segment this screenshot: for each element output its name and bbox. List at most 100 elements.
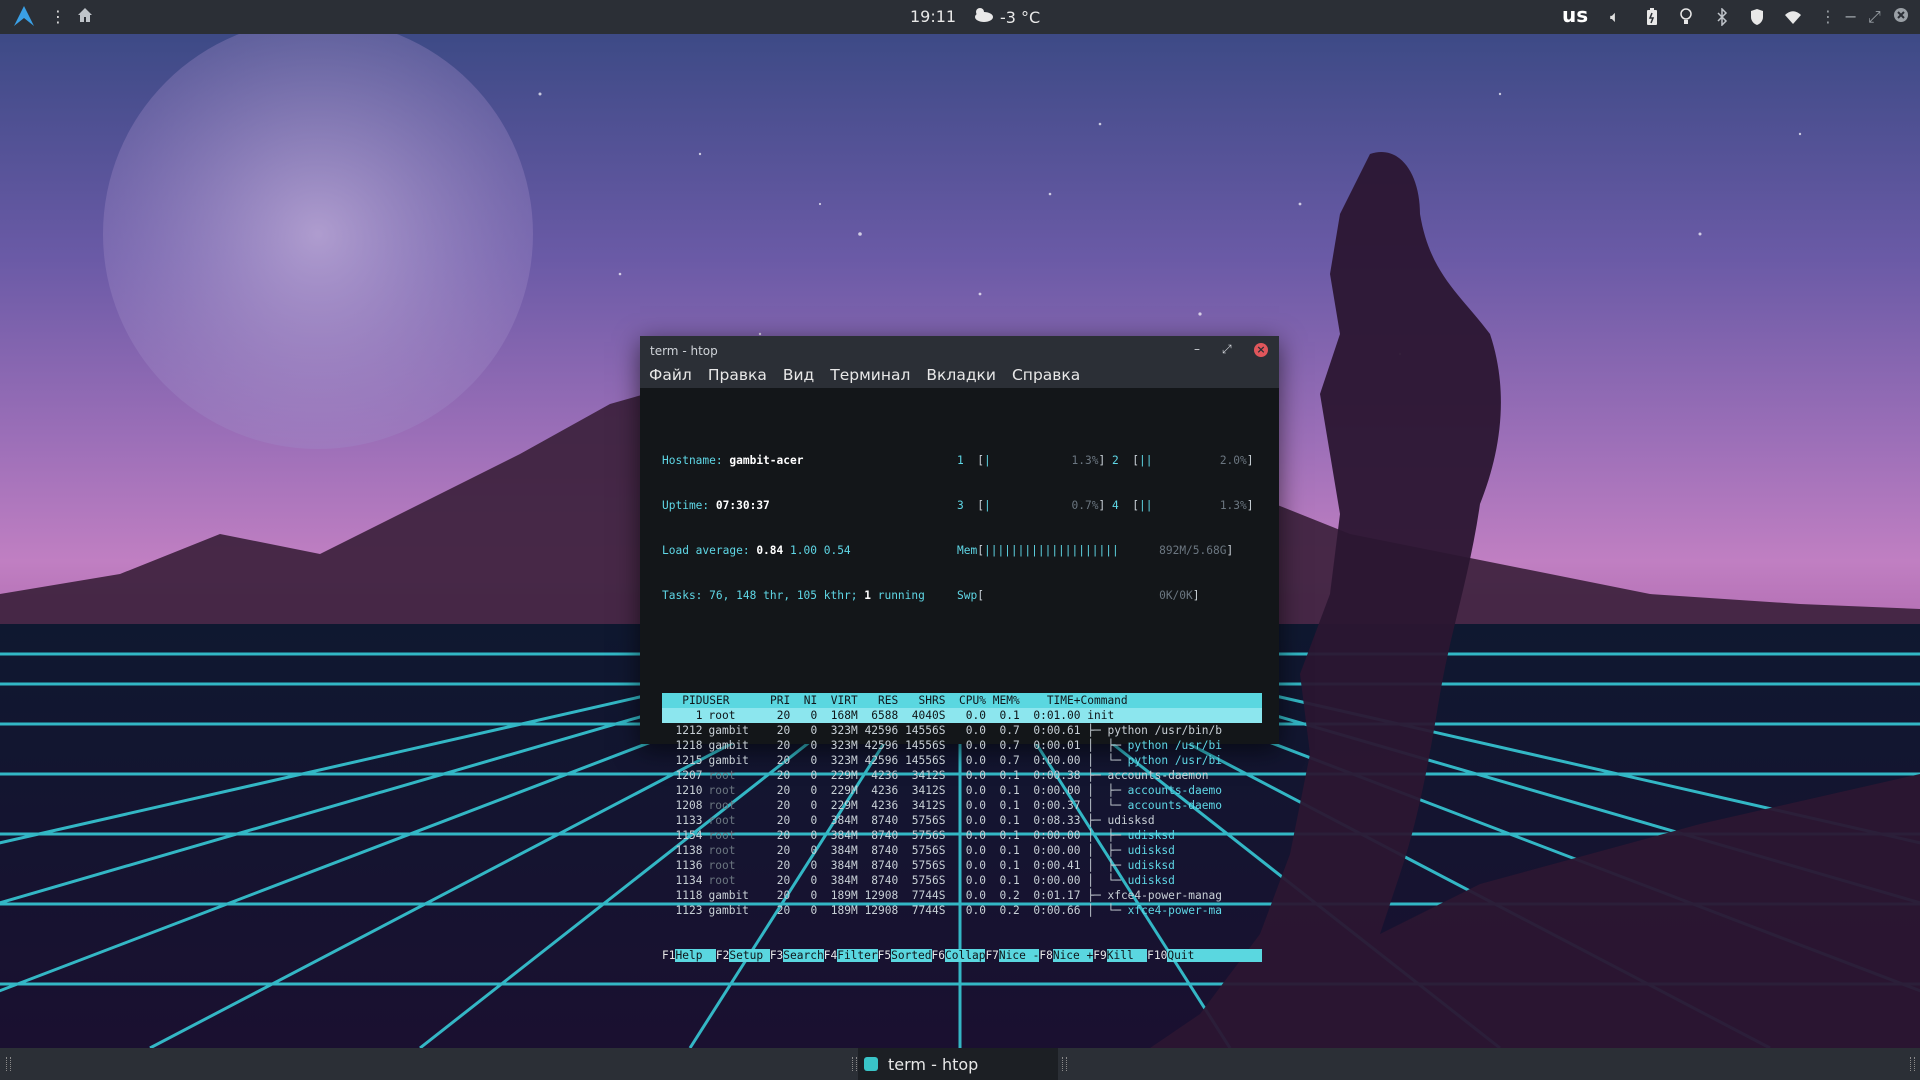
column-header-user[interactable]: USER [703, 693, 764, 708]
fkey-f6[interactable]: F6 [932, 949, 945, 962]
cell-shr: 3412 [911, 799, 939, 812]
column-header-res[interactable]: RES [858, 693, 898, 708]
cell-s: S [938, 874, 946, 887]
panel-grip-icon[interactable] [852, 1057, 857, 1071]
menu-dots-icon[interactable]: ⋮ [50, 6, 66, 28]
minimize-icon[interactable]: − [1844, 6, 1857, 28]
fkey-f4[interactable]: F4 [824, 949, 837, 962]
fkey-f7[interactable]: F7 [985, 949, 998, 962]
column-header-mem[interactable]: MEM% [986, 693, 1020, 708]
fkey-f5[interactable]: F5 [878, 949, 891, 962]
home-icon[interactable] [76, 6, 94, 30]
table-row[interactable]: 1212 gambit 20 0 323M 42596 14556S 0.0 0.7 0:00.6… [662, 723, 1262, 738]
menu-view[interactable]: Вид [783, 364, 814, 388]
cell-tree: │ ├─ [1087, 844, 1128, 857]
menu-edit[interactable]: Правка [708, 364, 767, 388]
taskbar-item-term[interactable]: term - htop [858, 1048, 1058, 1080]
cell-pri: 20 [776, 739, 791, 752]
arch-logo-icon[interactable] [12, 4, 36, 34]
terminal-window[interactable]: term - htop – ⤢ × Файл Правка Вид Термин… [640, 336, 1279, 962]
menu-tabs[interactable]: Вкладки [926, 364, 996, 388]
fkey-f1[interactable]: F1 [662, 949, 675, 962]
cell-user: root [708, 709, 736, 722]
fkey-f3[interactable]: F3 [770, 949, 783, 962]
fkey-f9[interactable]: F9 [1093, 949, 1106, 962]
fkey-label[interactable]: Search [783, 949, 824, 962]
table-row[interactable]: 1 root 20 0 168M 6588 4040S 0.0 0.1 0:01.00 init [662, 708, 1262, 723]
fkey-label[interactable]: Nice - [998, 949, 1040, 962]
fkey-label[interactable]: Help [675, 949, 716, 962]
restore-icon[interactable]: ⤢ [1868, 6, 1881, 28]
table-row[interactable]: 1218 gambit 20 0 323M 42596 14556S 0.0 0.7 0:00.0… [662, 738, 1262, 753]
fkey-f2[interactable]: F2 [716, 949, 729, 962]
process-table[interactable]: PIDUSER PRI NI VIRT RES SHRS CPU% MEM% TIME+Comm… [662, 693, 1262, 918]
table-row[interactable]: 1154 root 20 0 384M 8740 5756S 0.0 0.1 0:00.00 │ … [662, 828, 1262, 843]
panel-grip-icon[interactable] [6, 1057, 11, 1071]
volume-icon[interactable]: 🔈︎ [1610, 6, 1620, 28]
maximize-icon[interactable]: ⤢ [1222, 342, 1232, 357]
table-row[interactable]: 1138 root 20 0 384M 8740 5756S 0.0 0.1 0:00.00 │ … [662, 843, 1262, 858]
wifi-icon[interactable] [1784, 9, 1802, 31]
fkey-f10[interactable]: F10 [1147, 949, 1167, 962]
menu-help[interactable]: Справка [1012, 364, 1080, 388]
table-row[interactable]: 1207 root 20 0 229M 4236 3412S 0.0 0.1 0:00.38 ├─… [662, 768, 1262, 783]
menu-terminal[interactable]: Терминал [830, 364, 910, 388]
table-row[interactable]: 1215 gambit 20 0 323M 42596 14556S 0.0 0.7 0:00.0… [662, 753, 1262, 768]
menu-dots-icon[interactable]: ⋮ [1820, 6, 1836, 28]
close-icon[interactable] [1893, 7, 1909, 29]
cell-ni: 0 [810, 784, 818, 797]
bluetooth-icon[interactable] [1716, 7, 1728, 32]
close-icon[interactable]: × [1254, 343, 1268, 357]
window-titlebar[interactable]: term - htop – ⤢ × [640, 336, 1279, 364]
cell-tree: │ ├─ [1087, 739, 1128, 752]
column-header-pid[interactable]: PID [662, 693, 702, 708]
process-table-header[interactable]: PIDUSER PRI NI VIRT RES SHRS CPU% MEM% TIME+Comm… [662, 693, 1262, 708]
column-header-s[interactable]: S [939, 693, 953, 708]
cell-ni: 0 [810, 799, 818, 812]
fkey-label[interactable]: Nice + [1052, 949, 1094, 962]
column-header-virt[interactable]: VIRT [817, 693, 858, 708]
table-row[interactable]: 1133 root 20 0 384M 8740 5756S 0.0 0.1 0:08.33 ├─… [662, 813, 1262, 828]
table-row[interactable]: 1118 gambit 20 0 189M 12908 7744S 0.0 0.2 0:01.17… [662, 888, 1262, 903]
cell-time: 0:00.00 [1033, 754, 1081, 767]
fkey-label[interactable]: Quit [1167, 949, 1208, 962]
minimize-icon[interactable]: – [1194, 342, 1200, 356]
clock[interactable]: 19:11 [910, 7, 956, 26]
cell-res: 4236 [871, 799, 899, 812]
column-header-ni[interactable]: NI [790, 693, 817, 708]
cell-time: 0:00.38 [1033, 769, 1081, 782]
cell-ni: 0 [810, 739, 818, 752]
cell-s: S [938, 844, 946, 857]
menu-file[interactable]: Файл [649, 364, 692, 388]
cell-mem: 0.7 [999, 754, 1020, 767]
fkey-label[interactable]: Collap [945, 949, 986, 962]
table-row[interactable]: 1208 root 20 0 229M 4236 3412S 0.0 0.1 0:00.37 │ … [662, 798, 1262, 813]
column-header-cpu[interactable]: CPU% [952, 693, 986, 708]
htop-terminal[interactable]: Hostname: gambit-acer 1 [| 1.3%] 2 [|| 2.0… [662, 408, 1262, 993]
cell-user: gambit [708, 889, 749, 902]
cell-shr: 14556 [905, 754, 939, 767]
fkey-label[interactable]: Sorted [891, 949, 932, 962]
table-row[interactable]: 1210 root 20 0 229M 4236 3412S 0.0 0.1 0:00.00 │ … [662, 783, 1262, 798]
column-header-command[interactable]: Command [1081, 693, 1216, 708]
lightbulb-icon[interactable] [1680, 8, 1692, 32]
panel-grip-icon[interactable] [1062, 1057, 1067, 1071]
thr-value: 148 [736, 589, 757, 602]
weather-widget[interactable]: -3 °C [972, 6, 1040, 28]
column-header-time[interactable]: TIME+ [1020, 693, 1081, 708]
fkey-f8[interactable]: F8 [1039, 949, 1052, 962]
cell-virt: 384M [830, 859, 858, 872]
keyboard-layout-indicator[interactable]: us [1562, 4, 1588, 26]
fkey-label[interactable]: Setup [729, 949, 770, 962]
table-row[interactable]: 1123 gambit 20 0 189M 12908 7744S 0.0 0.2 0:00.66… [662, 903, 1262, 918]
fkey-label[interactable]: Filter [837, 949, 878, 962]
load15-value: 0.54 [823, 544, 851, 557]
battery-icon[interactable] [1646, 8, 1658, 32]
column-header-pri[interactable]: PRI [763, 693, 790, 708]
table-row[interactable]: 1134 root 20 0 384M 8740 5756S 0.0 0.1 0:00.00 │ … [662, 873, 1262, 888]
column-header-shr[interactable]: SHR [898, 693, 939, 708]
fkey-label[interactable]: Kill [1106, 949, 1148, 962]
table-row[interactable]: 1136 root 20 0 384M 8740 5756S 0.0 0.1 0:00.41 │ … [662, 858, 1262, 873]
shield-icon[interactable] [1750, 8, 1764, 32]
panel-grip-icon[interactable] [1910, 1057, 1915, 1071]
